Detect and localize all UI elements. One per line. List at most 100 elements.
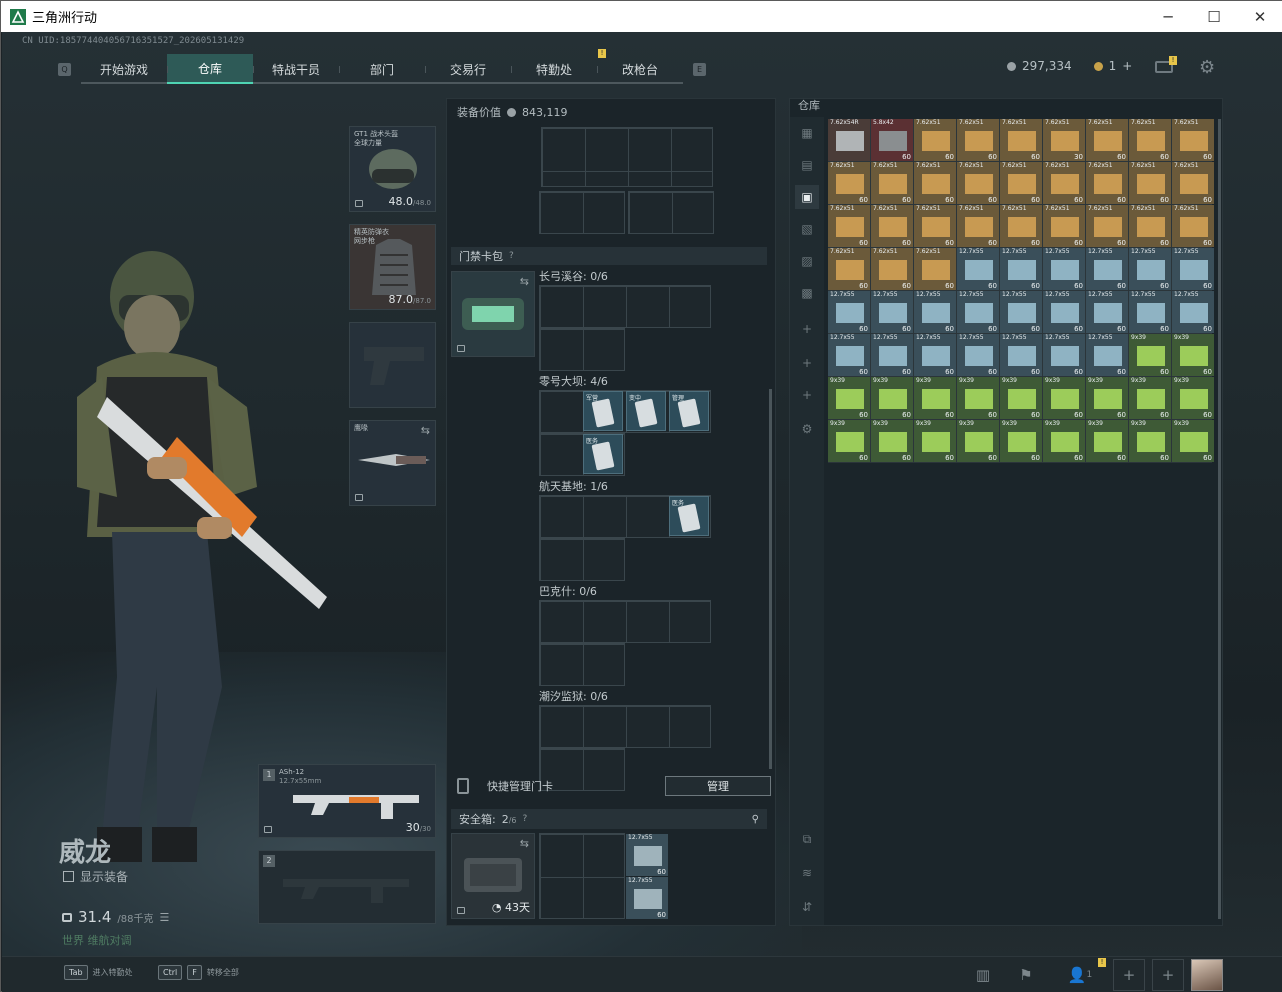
keycard-item[interactable]: 医务 (583, 434, 623, 474)
warehouse-tab-3[interactable]: ▣ (795, 185, 819, 209)
warehouse-item[interactable]: 9x39 60 (914, 420, 956, 462)
warehouse-item[interactable]: 9x39 60 (828, 377, 870, 419)
warehouse-item[interactable]: 7.62x51 60 (957, 119, 999, 161)
hint-transfer-all[interactable]: Ctrl F 转移全部 (158, 965, 239, 980)
friends-button[interactable]: 👤 1 (1060, 959, 1100, 991)
warehouse-item[interactable]: 12.7x55 60 (828, 291, 870, 333)
keycard-grid-row[interactable] (539, 328, 625, 371)
warehouse-item[interactable]: 12.7x55 60 (1086, 291, 1128, 333)
invite-slot-2[interactable]: + (1152, 959, 1184, 991)
warehouse-item[interactable]: 7.62x51 60 (914, 119, 956, 161)
safebox-ammo-item[interactable]: 12.7x55 60 (626, 877, 668, 919)
warehouse-item[interactable]: 7.62x51 60 (914, 248, 956, 290)
warehouse-item[interactable]: 9x39 60 (1129, 377, 1171, 419)
keycard-grid-row[interactable] (539, 643, 625, 686)
warehouse-tab-5[interactable]: ▨ (795, 249, 819, 273)
tab-5[interactable]: 特勤处 (511, 54, 597, 84)
tab-3[interactable]: 部门 (339, 54, 425, 84)
warehouse-item[interactable]: 7.62x51 60 (828, 248, 870, 290)
warehouse-item[interactable]: 9x39 60 (1000, 420, 1042, 462)
warehouse-item[interactable]: 12.7x55 60 (871, 334, 913, 376)
warehouse-item[interactable]: 7.62x51 60 (914, 162, 956, 204)
warehouse-item[interactable]: 7.62x51 60 (1043, 205, 1085, 247)
help-icon[interactable]: ? (523, 814, 528, 824)
swap-icon[interactable]: ⇆ (421, 424, 430, 437)
gear-icon[interactable]: ⚙ (1199, 57, 1215, 78)
warehouse-tab-4[interactable]: ▧ (795, 217, 819, 241)
scrollbar[interactable] (769, 389, 772, 769)
tab-1[interactable]: 仓库 (167, 54, 253, 84)
melee-slot[interactable]: 鹰喙 ⇆ (349, 420, 436, 506)
add-currency-button[interactable]: + (1122, 59, 1132, 73)
warehouse-item[interactable]: 7.62x51 60 (1000, 162, 1042, 204)
warehouse-item[interactable]: 12.7x55 60 (1172, 248, 1214, 290)
maximize-button[interactable]: ☐ (1191, 1, 1237, 32)
keycard-case-slot[interactable]: ⇆ (451, 271, 535, 357)
warehouse-item[interactable]: 7.62x51 60 (1172, 205, 1214, 247)
warehouse-item[interactable]: 7.62x51 60 (957, 205, 999, 247)
armor-slot[interactable]: 精英防弹衣 网步枪 87.0/87.0 (349, 224, 436, 310)
world-channel[interactable]: 世界 维航对调 (62, 932, 132, 948)
stats-icon[interactable]: ▥ (967, 959, 999, 991)
keycard-item[interactable]: 医务 (669, 496, 709, 536)
add-tab-icon-2[interactable]: + (795, 351, 819, 375)
tab-0[interactable]: 开始游戏 (81, 54, 167, 84)
warehouse-item[interactable]: 5.8x42 60 (871, 119, 913, 161)
keycard-grid-row[interactable] (539, 285, 711, 328)
warehouse-item[interactable]: 9x39 60 (1129, 420, 1171, 462)
warehouse-item[interactable]: 9x39 60 (957, 377, 999, 419)
warehouse-item[interactable]: 7.62x51 60 (871, 205, 913, 247)
keycard-grid-row[interactable] (539, 538, 625, 581)
warehouse-item[interactable]: 12.7x55 60 (1129, 248, 1171, 290)
manage-button[interactable]: 管理 (665, 776, 771, 796)
warehouse-item[interactable]: 12.7x55 60 (914, 334, 956, 376)
warehouse-item[interactable]: 9x39 60 (1086, 420, 1128, 462)
warehouse-item[interactable]: 9x39 60 (1043, 377, 1085, 419)
secondary-weapon-slot[interactable]: 2 (258, 850, 436, 924)
warehouse-item[interactable]: 12.7x55 60 (1043, 334, 1085, 376)
help-icon[interactable]: ? (509, 251, 514, 261)
transfer-icon[interactable]: ⇵ (795, 895, 819, 919)
minimize-button[interactable]: ─ (1145, 1, 1191, 32)
warehouse-item[interactable]: 7.62x51 60 (1086, 205, 1128, 247)
warehouse-item[interactable]: 7.62x51 30 (1043, 119, 1085, 161)
backpack-grid[interactable] (541, 127, 713, 187)
warehouse-item[interactable]: 9x39 60 (1172, 334, 1214, 376)
invite-slot-1[interactable]: + (1113, 959, 1145, 991)
warehouse-item[interactable]: 12.7x55 60 (1000, 248, 1042, 290)
warehouse-item[interactable]: 12.7x55 60 (1000, 291, 1042, 333)
show-equip-checkbox[interactable] (63, 871, 74, 882)
hint-enter-services[interactable]: Tab 进入特勤处 (64, 965, 133, 980)
avatar[interactable] (1191, 959, 1223, 991)
flag-icon[interactable]: ⚑ (1010, 959, 1042, 991)
tab-6[interactable]: 改枪台 (597, 54, 683, 84)
nav-next-key[interactable]: E (693, 62, 706, 76)
warehouse-item[interactable]: 12.7x55 60 (1172, 291, 1214, 333)
backpack-grid-3[interactable] (628, 191, 714, 234)
warehouse-item[interactable]: 7.62x51 60 (1000, 205, 1042, 247)
keycard-item[interactable]: 变中 (626, 391, 666, 431)
warehouse-item[interactable]: 9x39 60 (1000, 377, 1042, 419)
warehouse-tab-2[interactable]: ▤ (795, 153, 819, 177)
warehouse-item[interactable]: 9x39 60 (871, 377, 913, 419)
safebox-ammo-item[interactable]: 12.7x55 60 (626, 834, 668, 876)
add-tab-icon-3[interactable]: + (795, 383, 819, 407)
warehouse-tab-1[interactable]: ▦ (795, 121, 819, 145)
safebox-grid[interactable] (539, 833, 625, 919)
warehouse-item[interactable]: 7.62x51 60 (1129, 205, 1171, 247)
warehouse-item[interactable]: 12.7x55 60 (871, 291, 913, 333)
warehouse-item[interactable]: 7.62x51 60 (914, 205, 956, 247)
warehouse-item[interactable]: 7.62x51 60 (1086, 162, 1128, 204)
warehouse-item[interactable]: 9x39 60 (957, 420, 999, 462)
add-tab-icon[interactable]: + (795, 317, 819, 341)
warehouse-item[interactable]: 7.62x51 60 (1086, 119, 1128, 161)
warehouse-item[interactable]: 12.7x55 60 (1043, 248, 1085, 290)
show-equip-toggle[interactable]: 显示装备 (63, 868, 128, 885)
primary-weapon-slot[interactable]: 1 ASh-12 12.7x55mm 30/30 (258, 764, 436, 838)
warehouse-item[interactable]: 12.7x55 60 (957, 291, 999, 333)
warehouse-item[interactable]: 12.7x55 60 (1129, 291, 1171, 333)
warehouse-item[interactable]: 7.62x51 60 (871, 248, 913, 290)
warehouse-item[interactable]: 7.62x51 60 (828, 162, 870, 204)
warehouse-item[interactable]: 9x39 60 (1172, 377, 1214, 419)
nav-prev-key[interactable]: Q (58, 62, 71, 76)
